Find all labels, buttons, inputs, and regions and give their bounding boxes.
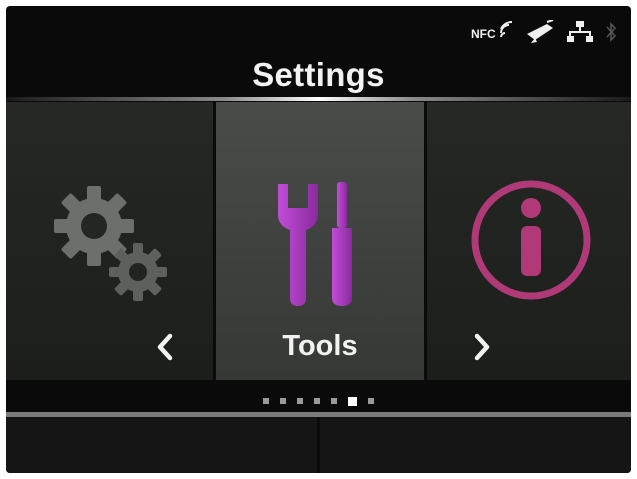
carousel-item-settings[interactable] xyxy=(6,102,213,380)
menu-carousel: Tools xyxy=(6,102,631,380)
page-indicator xyxy=(6,397,631,406)
status-bar: NFC xyxy=(471,20,617,44)
info-icon xyxy=(471,180,591,300)
handheld-scanner-icon xyxy=(527,20,554,43)
page-dot xyxy=(368,398,374,404)
next-arrow-button[interactable] xyxy=(465,327,499,367)
page-dot xyxy=(314,398,320,404)
softkey-right[interactable] xyxy=(317,417,631,473)
title-underline xyxy=(6,97,631,101)
svg-text:NFC: NFC xyxy=(471,27,496,41)
carousel-item-label: Tools xyxy=(282,330,358,362)
page-dot xyxy=(280,398,286,404)
page-dot xyxy=(297,398,303,404)
page-dot-active xyxy=(348,397,357,406)
page-dot xyxy=(331,398,337,404)
softkey-bar xyxy=(6,412,631,473)
chevron-right-icon xyxy=(474,333,490,361)
previous-arrow-button[interactable] xyxy=(148,327,182,367)
carousel-item-tools[interactable]: Tools xyxy=(216,102,424,380)
carousel-item-information[interactable] xyxy=(427,102,631,380)
lan-icon xyxy=(567,21,593,42)
device-screen: NFC Settings Tools xyxy=(6,6,631,473)
chevron-left-icon xyxy=(157,333,173,361)
softkey-left[interactable] xyxy=(6,417,317,473)
page-title: Settings xyxy=(252,56,385,93)
nfc-icon: NFC xyxy=(471,21,513,41)
bluetooth-icon xyxy=(606,22,617,42)
page-dot xyxy=(263,398,269,404)
